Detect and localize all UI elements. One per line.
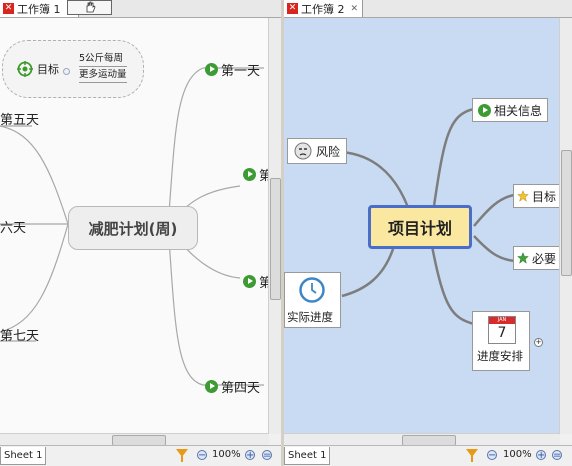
zoom-level: 100% [503, 449, 532, 460]
connector-dot [63, 68, 70, 75]
topic-related-info[interactable]: 相关信息 [472, 98, 549, 122]
sheet-tab[interactable]: Sheet 1 [284, 447, 331, 465]
play-icon [478, 103, 491, 117]
xmind-icon: ✕ [3, 3, 14, 14]
close-icon[interactable]: ✕ [351, 4, 359, 14]
zoom-level: 100% [212, 449, 241, 460]
topic-day4-label: 第四天 [221, 381, 261, 396]
workbook-1-pane: ✕ 工作簿 1 ✕ [0, 0, 281, 466]
workbook-2-pane: ✕ 工作簿 2 ✕ 风险 实际进度 相关信息 目标 必要 JAN 7 进度安排 … [284, 0, 572, 466]
goal-item-weight[interactable]: 5公斤每周 [79, 51, 127, 67]
topic-day6-label: 六天 [0, 221, 27, 236]
hand-tool-button[interactable] [67, 0, 112, 15]
play-icon [243, 168, 256, 181]
zoom-in-button[interactable]: + [245, 450, 255, 461]
topic-goal[interactable]: 目标 [513, 184, 560, 208]
tab-label: 工作簿 2 [301, 2, 345, 16]
topic-needed[interactable]: 必要 [513, 246, 560, 270]
green-star-icon [517, 252, 529, 264]
target-icon [17, 61, 33, 77]
topic-related-label: 相关信息 [494, 103, 543, 118]
zoom-fit-button[interactable]: = [552, 450, 562, 461]
calendar-icon: JAN 7 [488, 316, 516, 344]
central-topic-right[interactable]: 项目计划 [368, 205, 472, 249]
zoom-fit-button[interactable]: = [262, 450, 272, 461]
topic-day4[interactable]: 第四天 [205, 377, 260, 396]
vertical-scrollbar-right[interactable] [559, 18, 572, 434]
vertical-scrollbar-left[interactable] [268, 18, 281, 434]
goal-subitems: 5公斤每周 更多运动量 [79, 51, 127, 83]
central-topic-label: 项目计划 [387, 219, 452, 238]
topic-partial-upper[interactable]: 第 [243, 165, 269, 184]
topic-day1[interactable]: 第一天 [205, 60, 260, 79]
tab-label: 工作簿 1 [17, 2, 61, 16]
clock-icon [299, 277, 325, 303]
right-tab-bar: ✕ 工作簿 2 ✕ [284, 0, 572, 18]
xmind-icon: ✕ [287, 3, 298, 14]
topic-partial-lower[interactable]: 第 [243, 272, 269, 291]
scroll-thumb[interactable] [270, 178, 281, 300]
filter-icon[interactable] [466, 449, 478, 462]
status-bar-left: Sheet 1 − 100% + = [0, 445, 281, 466]
topic-needed-label: 必要 [531, 251, 556, 266]
floating-topic-goal[interactable]: 目标 5公斤每周 更多运动量 [2, 40, 144, 98]
topic-schedule[interactable]: JAN 7 进度安排 [472, 311, 530, 371]
topic-day5[interactable]: 第五天 [0, 109, 39, 128]
goal-item-exercise[interactable]: 更多运动量 [79, 67, 127, 83]
central-topic-left[interactable]: 减肥计划(周) [68, 206, 198, 250]
topic-goal-label: 目标 [531, 189, 556, 204]
topic-day6[interactable]: 六天 [0, 217, 26, 236]
play-icon [243, 275, 256, 288]
topic-day5-label: 第五天 [0, 113, 40, 128]
topic-actual-label: 实际进度 [287, 310, 333, 324]
filter-icon[interactable] [176, 449, 188, 462]
calendar-day: 7 [497, 325, 507, 341]
topic-schedule-label: 进度安排 [477, 349, 523, 363]
goal-node[interactable]: 目标 [17, 61, 59, 77]
mindmap-canvas-right[interactable]: 风险 实际进度 相关信息 目标 必要 JAN 7 进度安排 + 项目计划 [284, 18, 560, 434]
status-bar-right: Sheet 1 − 100% + = [284, 445, 572, 466]
scroll-thumb[interactable] [561, 150, 572, 276]
star-icon [517, 190, 529, 202]
mindmap-canvas-left[interactable]: 目标 5公斤每周 更多运动量 第一天 第 第 第四天 第五天 六天 第七天 减肥… [0, 18, 269, 434]
left-tab-bar: ✕ 工作簿 1 ✕ [0, 0, 281, 18]
play-icon [205, 63, 218, 76]
topic-risk[interactable]: 风险 [287, 138, 348, 164]
expand-icon[interactable]: + [534, 338, 543, 347]
play-icon [205, 380, 218, 393]
central-topic-label: 减肥计划(周) [88, 219, 178, 238]
zoom-out-button[interactable]: − [487, 450, 497, 461]
zoom-out-button[interactable]: − [197, 450, 207, 461]
topic-risk-label: 风险 [316, 144, 341, 159]
hand-icon [86, 1, 95, 13]
tab-workbook-2[interactable]: ✕ 工作簿 2 ✕ [284, 0, 364, 17]
topic-day7-label: 第七天 [0, 329, 40, 344]
topic-actual-progress[interactable]: 实际进度 [284, 272, 341, 328]
zoom-in-button[interactable]: + [536, 450, 546, 461]
topic-day1-label: 第一天 [221, 64, 261, 79]
goal-label: 目标 [37, 63, 59, 76]
calendar-header: JAN [489, 317, 515, 324]
worried-face-icon [294, 142, 312, 160]
sheet-tab[interactable]: Sheet 1 [0, 447, 47, 465]
topic-day7[interactable]: 第七天 [0, 325, 39, 344]
